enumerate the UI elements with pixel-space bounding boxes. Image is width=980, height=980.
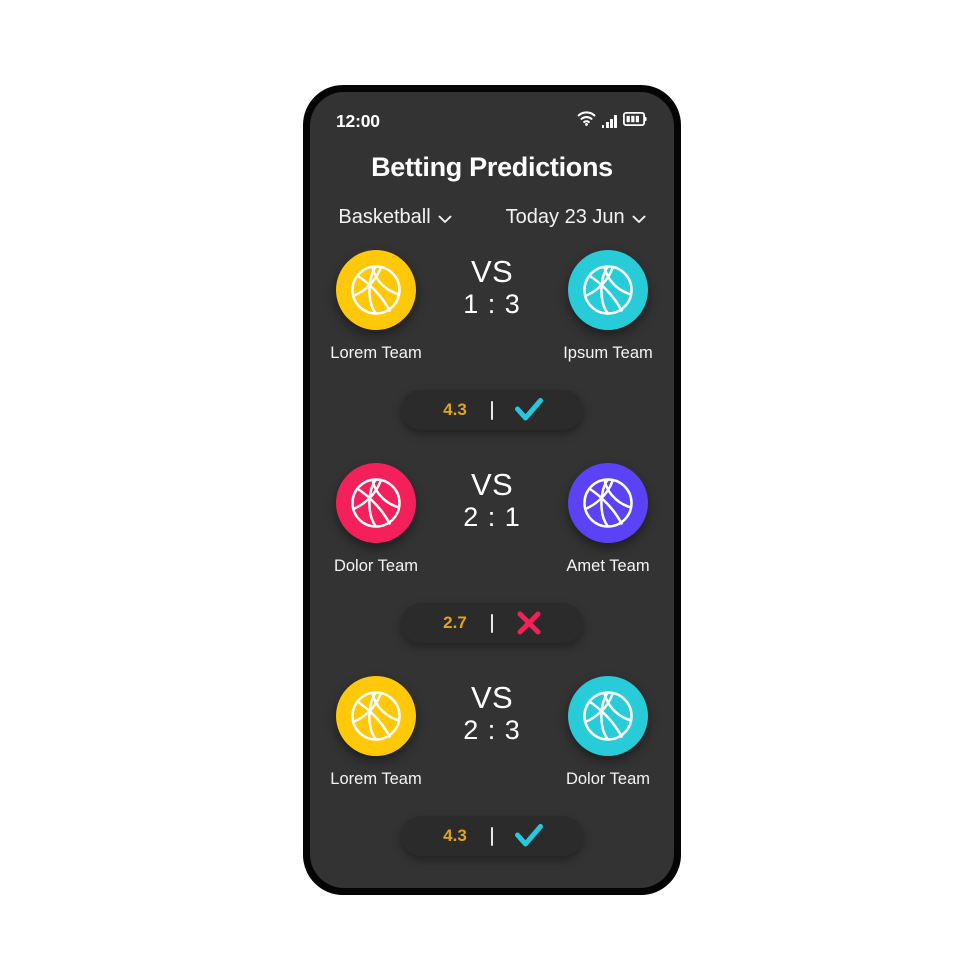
sport-filter-label: Basketball	[338, 205, 431, 228]
screenshot-canvas: 12:00 Betting Predictions Basketball Tod…	[0, 0, 980, 980]
phone-frame: 12:00 Betting Predictions Basketball Tod…	[303, 85, 681, 895]
check-icon	[493, 823, 565, 849]
match-card[interactable]: Lorem Team VS 2 : 3 Dolor Team 4.3	[310, 668, 674, 881]
match-card[interactable]: Dolor Team VS 2 : 1 Amet Team 2.7	[310, 455, 674, 668]
odds-value: 4.3	[443, 400, 467, 419]
signal-icon	[601, 114, 617, 128]
match-score: 1 : 3	[463, 288, 521, 319]
sport-filter-dropdown[interactable]: Basketball	[338, 204, 452, 230]
odds-pill[interactable]: 2.7	[401, 603, 583, 643]
chevron-down-icon	[632, 207, 646, 230]
odds-pill[interactable]: 4.3	[401, 816, 583, 856]
away-team[interactable]: Ipsum Team	[544, 250, 672, 363]
battery-icon	[622, 111, 648, 131]
basketball-icon	[336, 463, 416, 543]
home-team-name: Lorem Team	[330, 344, 422, 362]
status-bar-icons	[577, 111, 648, 131]
home-team[interactable]: Dolor Team	[312, 463, 440, 576]
filter-row: Basketball Today 23 Jun	[310, 204, 674, 230]
away-team-name: Amet Team	[566, 557, 650, 575]
date-filter-label: Today 23 Jun	[505, 205, 625, 228]
odds-value: 4.3	[443, 826, 467, 845]
vs-column: VS 2 : 3	[440, 676, 544, 747]
teams-row: Lorem Team VS 1 : 3 Ipsum Team	[310, 242, 674, 390]
wifi-icon	[577, 111, 596, 131]
away-team[interactable]: Dolor Team	[544, 676, 672, 789]
home-team-name: Dolor Team	[333, 557, 419, 575]
check-icon	[493, 397, 565, 423]
status-bar-time: 12:00	[336, 110, 380, 131]
chevron-down-icon	[438, 207, 452, 230]
page-title: Betting Predictions	[371, 152, 613, 182]
away-team[interactable]: Amet Team	[544, 463, 672, 576]
vs-column: VS 2 : 1	[440, 463, 544, 534]
match-card[interactable]: Lorem Team VS 1 : 3 Ipsum Team 4.3	[310, 242, 674, 455]
vs-label: VS	[471, 467, 513, 502]
phone-screen: 12:00 Betting Predictions Basketball Tod…	[310, 92, 674, 888]
teams-row: Lorem Team VS 2 : 3 Dolor Team	[310, 668, 674, 816]
match-list: Lorem Team VS 1 : 3 Ipsum Team 4.3 Dolor Team…	[310, 242, 674, 881]
home-team[interactable]: Lorem Team	[312, 250, 440, 363]
home-team[interactable]: Lorem Team	[312, 676, 440, 789]
cross-icon	[493, 610, 565, 636]
teams-row: Dolor Team VS 2 : 1 Amet Team	[310, 455, 674, 603]
away-team-name: Dolor Team	[565, 770, 651, 788]
basketball-icon	[568, 250, 648, 330]
vs-label: VS	[471, 254, 513, 289]
vs-label: VS	[471, 680, 513, 715]
date-filter-dropdown[interactable]: Today 23 Jun	[506, 204, 646, 230]
vs-column: VS 1 : 3	[440, 250, 544, 321]
match-score: 2 : 1	[463, 501, 521, 532]
away-team-name: Ipsum Team	[563, 344, 653, 362]
basketball-icon	[568, 463, 648, 543]
home-team-name: Lorem Team	[330, 770, 422, 788]
match-score: 2 : 3	[463, 714, 521, 745]
status-bar: 12:00	[310, 108, 674, 134]
basketball-icon	[336, 250, 416, 330]
odds-pill[interactable]: 4.3	[401, 390, 583, 430]
basketball-icon	[336, 676, 416, 756]
odds-value: 2.7	[443, 613, 467, 632]
basketball-icon	[568, 676, 648, 756]
